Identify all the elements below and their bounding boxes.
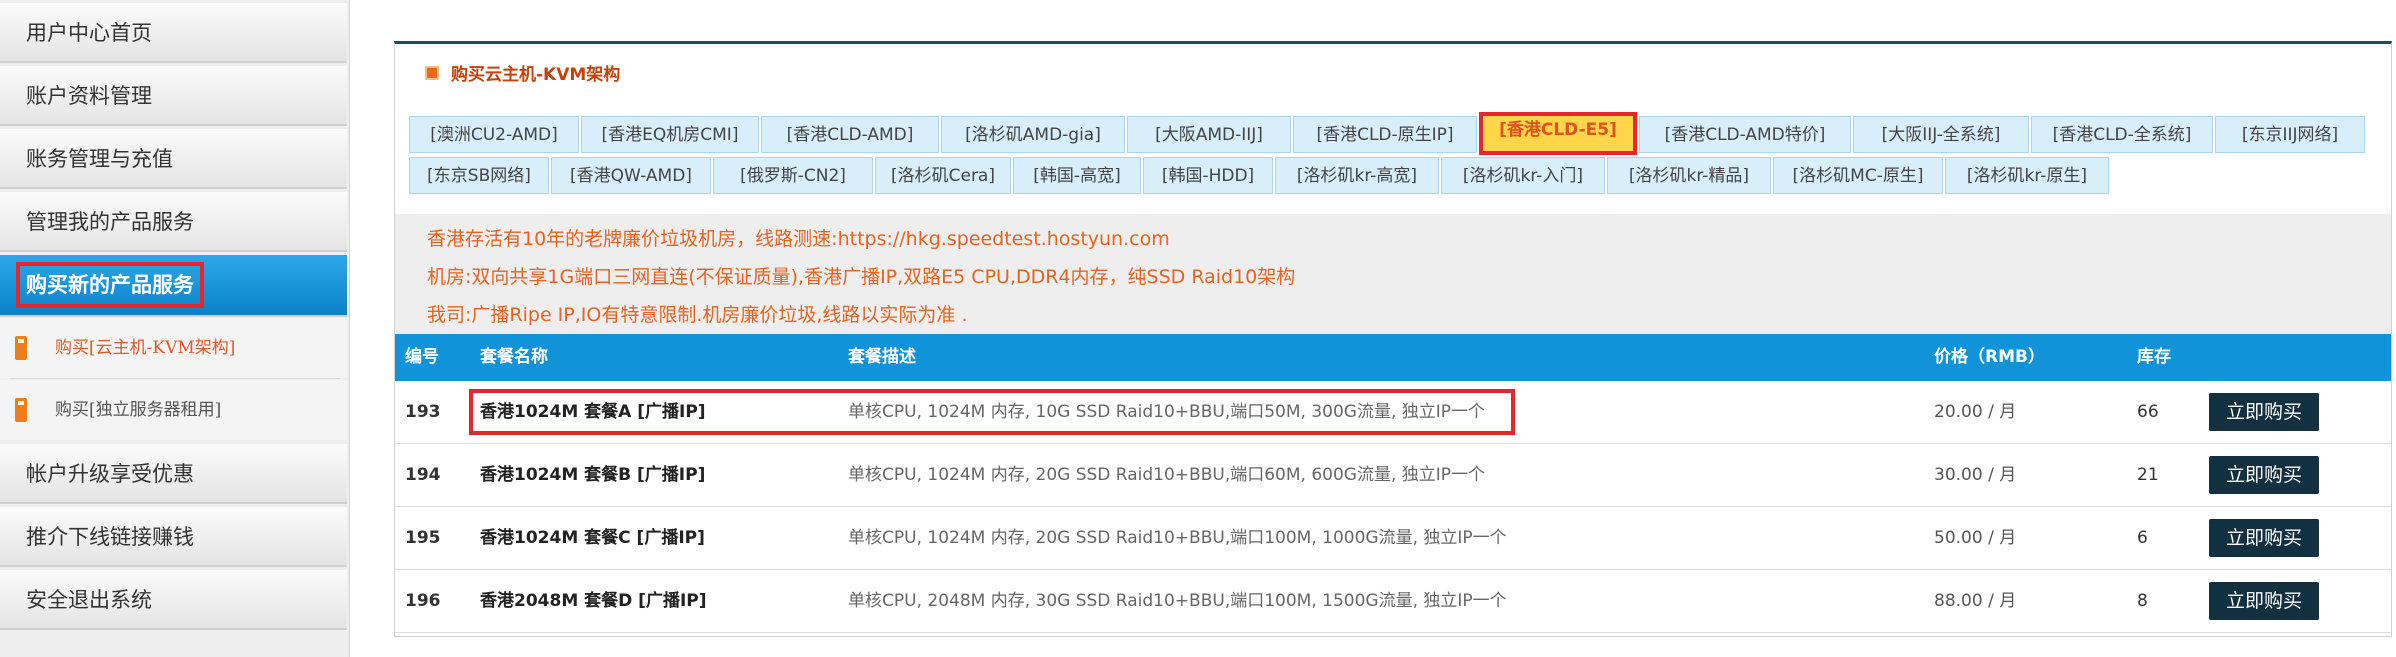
menu-buy-new-products[interactable]: 购买新的产品服务	[0, 255, 347, 317]
square-bullet-icon	[425, 65, 439, 80]
plan-stock: 6	[2137, 528, 2148, 548]
header-name: 套餐名称	[480, 347, 548, 367]
tab-region[interactable]: [香港EQ机房CMI]	[581, 116, 759, 153]
sidebar: 用户中心首页 账户资料管理 账务管理与充值 管理我的产品服务 购买新的产品服务 …	[0, 0, 350, 657]
tab-region[interactable]: [洛杉矶kr-入门]	[1441, 157, 1605, 194]
submenu-label: 购买[独立服务器租用]	[55, 400, 222, 420]
info-line-speedtest: 香港存活有10年的老牌廉价垃圾机房，线路测速:https://hkg.speed…	[427, 228, 1170, 250]
menu-label: 推介下线链接赚钱	[26, 525, 194, 549]
plan-price: 20.00 / 月	[1934, 402, 2017, 422]
tab-region[interactable]: [香港CLD-全系统]	[2031, 116, 2213, 153]
menu-logout[interactable]: 安全退出系统	[0, 570, 347, 630]
highlight-box	[469, 389, 1515, 435]
menu-upgrade-account[interactable]: 帐户升级享受优惠	[0, 444, 347, 504]
menu-referral[interactable]: 推介下线链接赚钱	[0, 507, 347, 567]
tab-region[interactable]: [大阪AMD-IIJ]	[1127, 116, 1291, 153]
tab-region[interactable]: [洛杉矶kr-原生]	[1945, 157, 2109, 194]
menu-label: 用户中心首页	[26, 21, 152, 45]
tab-region[interactable]: [大阪IIJ-全系统]	[1853, 116, 2029, 153]
tab-region[interactable]: [香港CLD-AMD特价]	[1639, 116, 1851, 153]
menu-label: 安全退出系统	[26, 588, 152, 612]
datacenter-info: 香港存活有10年的老牌廉价垃圾机房，线路测速:https://hkg.speed…	[395, 214, 2391, 334]
tab-region[interactable]: [香港QW-AMD]	[551, 157, 711, 194]
plan-id: 194	[405, 465, 441, 485]
plan-id: 193	[405, 402, 441, 422]
menu-label: 管理我的产品服务	[26, 210, 194, 234]
panel-title: 购买云主机-KVM架构	[425, 60, 620, 85]
plan-name: 香港1024M 套餐C [广播IP]	[480, 528, 705, 548]
server-icon	[15, 398, 27, 422]
panel-title-text: 购买云主机-KVM架构	[451, 65, 621, 85]
header-desc: 套餐描述	[848, 347, 916, 367]
header-stock: 库存	[2137, 347, 2171, 367]
tab-region[interactable]: [洛杉矶kr-高宽]	[1275, 157, 1439, 194]
plan-id: 195	[405, 528, 441, 548]
table-row: 194 香港1024M 套餐B [广播IP] 单核CPU, 1024M 内存, …	[395, 444, 2391, 507]
tab-region[interactable]: [韩国-HDD]	[1143, 157, 1273, 194]
plan-id: 196	[405, 591, 441, 611]
submenu-buy-dedicated[interactable]: 购买[独立服务器租用]	[0, 380, 347, 440]
plan-stock: 21	[2137, 465, 2159, 485]
product-panel: 购买云主机-KVM架构 [澳洲CU2-AMD] [香港EQ机房CMI] [香港C…	[394, 41, 2392, 637]
tab-region[interactable]: [洛杉矶Cera]	[875, 157, 1011, 194]
menu-label: 账务管理与充值	[26, 147, 173, 171]
tab-region[interactable]: [洛杉矶kr-精品]	[1607, 157, 1771, 194]
plan-desc: 单核CPU, 1024M 内存, 20G SSD Raid10+BBU,端口60…	[848, 465, 1486, 485]
table-header: 编号 套餐名称 套餐描述 价格（RMB） 库存	[395, 334, 2391, 381]
tab-region[interactable]: [东京SB网络]	[409, 157, 549, 194]
plan-price: 88.00 / 月	[1934, 591, 2017, 611]
tab-region[interactable]: [澳洲CU2-AMD]	[409, 116, 579, 153]
header-id: 编号	[405, 347, 439, 367]
menu-user-home[interactable]: 用户中心首页	[0, 3, 347, 63]
buy-now-button[interactable]: 立即购买	[2209, 456, 2319, 494]
table-row: 196 香港2048M 套餐D [广播IP] 单核CPU, 2048M 内存, …	[395, 570, 2391, 633]
server-icon	[15, 336, 27, 360]
submenu-buy-kvm[interactable]: 购买[云主机-KVM架构]	[0, 318, 347, 378]
table-row: 195 香港1024M 套餐C [广播IP] 单核CPU, 1024M 内存, …	[395, 507, 2391, 570]
submenu-label: 购买[云主机-KVM架构]	[55, 338, 236, 358]
tab-region[interactable]: [香港CLD-AMD]	[761, 116, 939, 153]
plan-name: 香港2048M 套餐D [广播IP]	[480, 591, 707, 611]
header-price: 价格（RMB）	[1934, 347, 2045, 367]
buy-now-button[interactable]: 立即购买	[2209, 519, 2319, 557]
menu-label: 购买新的产品服务	[16, 262, 204, 308]
plan-stock: 66	[2137, 402, 2159, 422]
info-line-company: 我司:广播Ripe IP,IO有特意限制.机房廉价垃圾,线路以实际为准 .	[427, 304, 968, 326]
tab-region[interactable]: [洛杉矶AMD-gia]	[941, 116, 1125, 153]
plan-price: 30.00 / 月	[1934, 465, 2017, 485]
buy-now-button[interactable]: 立即购买	[2209, 393, 2319, 431]
plan-desc: 单核CPU, 2048M 内存, 30G SSD Raid10+BBU,端口10…	[848, 591, 1507, 611]
info-line-datacenter: 机房:双向共享1G端口三网直连(不保证质量),香港广播IP,双路E5 CPU,D…	[427, 266, 1296, 288]
menu-account-profile[interactable]: 账户资料管理	[0, 66, 347, 126]
menu-label: 帐户升级享受优惠	[26, 462, 194, 486]
tab-region[interactable]: [洛杉矶MC-原生]	[1773, 157, 1943, 194]
menu-billing-recharge[interactable]: 账务管理与充值	[0, 129, 347, 189]
plan-name: 香港1024M 套餐B [广播IP]	[480, 465, 706, 485]
tab-region[interactable]: [俄罗斯-CN2]	[713, 157, 873, 194]
plan-desc: 单核CPU, 1024M 内存, 20G SSD Raid10+BBU,端口10…	[848, 528, 1507, 548]
buy-now-button[interactable]: 立即购买	[2209, 582, 2319, 620]
tab-region[interactable]: [韩国-高宽]	[1013, 157, 1141, 194]
tab-region[interactable]: [香港CLD-原生IP]	[1293, 116, 1477, 153]
tab-region[interactable]: [东京IIJ网络]	[2215, 116, 2365, 153]
plan-stock: 8	[2137, 591, 2148, 611]
table-row: 193 香港1024M 套餐A [广播IP] 单核CPU, 1024M 内存, …	[395, 381, 2391, 444]
menu-manage-products[interactable]: 管理我的产品服务	[0, 192, 347, 252]
menu-label: 账户资料管理	[26, 84, 152, 108]
divider	[10, 378, 340, 379]
plan-price: 50.00 / 月	[1934, 528, 2017, 548]
tab-region-selected[interactable]: [香港CLD-E5]	[1479, 112, 1637, 155]
